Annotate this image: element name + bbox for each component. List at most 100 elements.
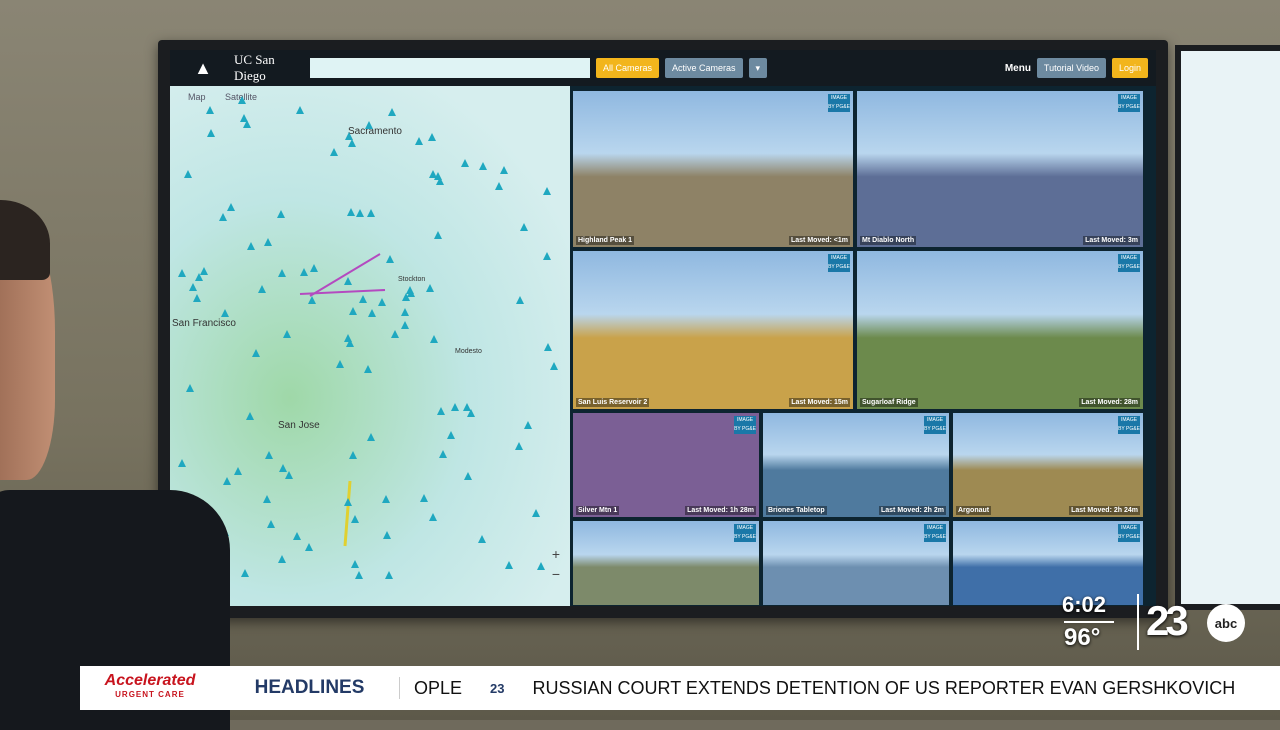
- camera-marker-icon[interactable]: [478, 535, 487, 544]
- camera-marker-icon[interactable]: [344, 277, 353, 286]
- camera-marker-icon[interactable]: [462, 403, 471, 412]
- camera-marker-icon[interactable]: [278, 268, 287, 277]
- camera-marker-icon[interactable]: [437, 406, 446, 415]
- camera-tile[interactable]: IMAGE BY PG&E Silver Mtn 1 Last Moved: 1h …: [572, 412, 760, 518]
- camera-marker-icon[interactable]: [266, 520, 275, 529]
- search-input[interactable]: [310, 58, 590, 78]
- camera-marker-icon[interactable]: [351, 560, 360, 569]
- camera-marker-icon[interactable]: [354, 571, 363, 580]
- camera-marker-icon[interactable]: [385, 254, 394, 263]
- camera-marker-icon[interactable]: [234, 466, 243, 475]
- camera-marker-icon[interactable]: [388, 107, 397, 116]
- chevron-down-icon[interactable]: ▾: [748, 58, 768, 78]
- camera-marker-icon[interactable]: [246, 241, 255, 250]
- camera-marker-icon[interactable]: [350, 514, 359, 523]
- camera-marker-icon[interactable]: [542, 251, 551, 260]
- tutorial-video-button[interactable]: Tutorial Video: [1036, 58, 1106, 78]
- alertcalifornia-logo[interactable]: ▲: [178, 54, 228, 82]
- camera-marker-icon[interactable]: [245, 411, 254, 420]
- camera-marker-icon[interactable]: [401, 321, 410, 330]
- camera-marker-icon[interactable]: [544, 342, 553, 351]
- camera-marker-icon[interactable]: [429, 335, 438, 344]
- zoom-out-button[interactable]: −: [552, 566, 560, 582]
- camera-marker-icon[interactable]: [336, 360, 345, 369]
- camera-marker-icon[interactable]: [356, 209, 365, 218]
- camera-marker-icon[interactable]: [384, 571, 393, 580]
- camera-marker-icon[interactable]: [419, 494, 428, 503]
- camera-marker-icon[interactable]: [390, 329, 399, 338]
- camera-marker-icon[interactable]: [346, 207, 355, 216]
- camera-marker-icon[interactable]: [348, 139, 357, 148]
- camera-marker-icon[interactable]: [264, 451, 273, 460]
- camera-marker-icon[interactable]: [330, 148, 339, 157]
- camera-marker-icon[interactable]: [296, 106, 305, 115]
- camera-tile[interactable]: IMAGE BY PG&E: [572, 520, 760, 606]
- camera-tile[interactable]: IMAGE BY PG&E: [952, 520, 1144, 606]
- camera-marker-icon[interactable]: [479, 161, 488, 170]
- camera-marker-icon[interactable]: [363, 365, 372, 374]
- menu-button[interactable]: Menu: [1005, 63, 1031, 74]
- camera-marker-icon[interactable]: [282, 330, 291, 339]
- camera-marker-icon[interactable]: [514, 442, 523, 451]
- camera-marker-icon[interactable]: [429, 513, 438, 522]
- camera-marker-icon[interactable]: [344, 132, 353, 141]
- camera-marker-icon[interactable]: [276, 209, 285, 218]
- camera-marker-icon[interactable]: [400, 307, 409, 316]
- camera-marker-icon[interactable]: [343, 333, 352, 342]
- active-cameras-button[interactable]: Active Cameras: [665, 58, 743, 78]
- camera-tile[interactable]: IMAGE BY PG&E San Luis Reservoir 2 Last Mo…: [572, 250, 854, 410]
- camera-marker-icon[interactable]: [366, 433, 375, 442]
- camera-tile[interactable]: IMAGE BY PG&E: [762, 520, 950, 606]
- camera-tile[interactable]: IMAGE BY PG&E Briones Tabletop Last Moved:…: [762, 412, 950, 518]
- camera-marker-icon[interactable]: [305, 542, 314, 551]
- camera-marker-icon[interactable]: [263, 494, 272, 503]
- camera-marker-icon[interactable]: [505, 560, 514, 569]
- camera-marker-icon[interactable]: [549, 362, 558, 371]
- all-cameras-button[interactable]: All Cameras: [596, 58, 660, 78]
- camera-marker-icon[interactable]: [307, 296, 316, 305]
- camera-marker-icon[interactable]: [366, 208, 375, 217]
- camera-marker-icon[interactable]: [299, 267, 308, 276]
- camera-marker-icon[interactable]: [428, 132, 437, 141]
- camera-marker-icon[interactable]: [348, 306, 357, 315]
- camera-marker-icon[interactable]: [382, 530, 391, 539]
- camera-marker-icon[interactable]: [536, 561, 545, 570]
- camera-marker-icon[interactable]: [206, 128, 215, 137]
- camera-marker-icon[interactable]: [531, 508, 540, 517]
- camera-marker-icon[interactable]: [252, 349, 261, 358]
- camera-marker-icon[interactable]: [238, 96, 247, 105]
- camera-marker-icon[interactable]: [184, 170, 193, 179]
- camera-marker-icon[interactable]: [206, 106, 215, 115]
- camera-marker-icon[interactable]: [240, 569, 249, 578]
- map[interactable]: Map Satellite Sacramento San Francisco S…: [170, 86, 570, 606]
- camera-marker-icon[interactable]: [368, 309, 377, 318]
- camera-marker-icon[interactable]: [292, 531, 301, 540]
- camera-marker-icon[interactable]: [523, 421, 532, 430]
- camera-marker-icon[interactable]: [343, 498, 352, 507]
- camera-marker-icon[interactable]: [520, 222, 529, 231]
- login-button[interactable]: Login: [1111, 58, 1148, 78]
- camera-marker-icon[interactable]: [499, 165, 508, 174]
- camera-marker-icon[interactable]: [348, 450, 357, 459]
- camera-marker-icon[interactable]: [461, 159, 470, 168]
- camera-marker-icon[interactable]: [451, 402, 460, 411]
- camera-marker-icon[interactable]: [542, 186, 551, 195]
- camera-marker-icon[interactable]: [494, 181, 503, 190]
- camera-marker-icon[interactable]: [405, 285, 414, 294]
- camera-marker-icon[interactable]: [378, 298, 387, 307]
- camera-marker-icon[interactable]: [415, 137, 424, 146]
- camera-marker-icon[interactable]: [277, 555, 286, 564]
- zoom-in-button[interactable]: +: [552, 546, 560, 562]
- camera-marker-icon[interactable]: [516, 295, 525, 304]
- camera-marker-icon[interactable]: [239, 113, 248, 122]
- camera-marker-icon[interactable]: [463, 471, 472, 480]
- camera-marker-icon[interactable]: [284, 471, 293, 479]
- camera-tile[interactable]: IMAGE BY PG&E Mt Diablo North Last Moved: …: [856, 90, 1144, 248]
- camera-marker-icon[interactable]: [359, 295, 368, 304]
- camera-tile[interactable]: IMAGE BY PG&E Highland Peak 1 Last Moved: …: [572, 90, 854, 248]
- camera-marker-icon[interactable]: [433, 230, 442, 239]
- camera-marker-icon[interactable]: [439, 449, 448, 458]
- camera-tile[interactable]: IMAGE BY PG&E Sugarloaf Ridge Last Moved: …: [856, 250, 1144, 410]
- camera-marker-icon[interactable]: [310, 264, 319, 273]
- camera-marker-icon[interactable]: [435, 176, 444, 185]
